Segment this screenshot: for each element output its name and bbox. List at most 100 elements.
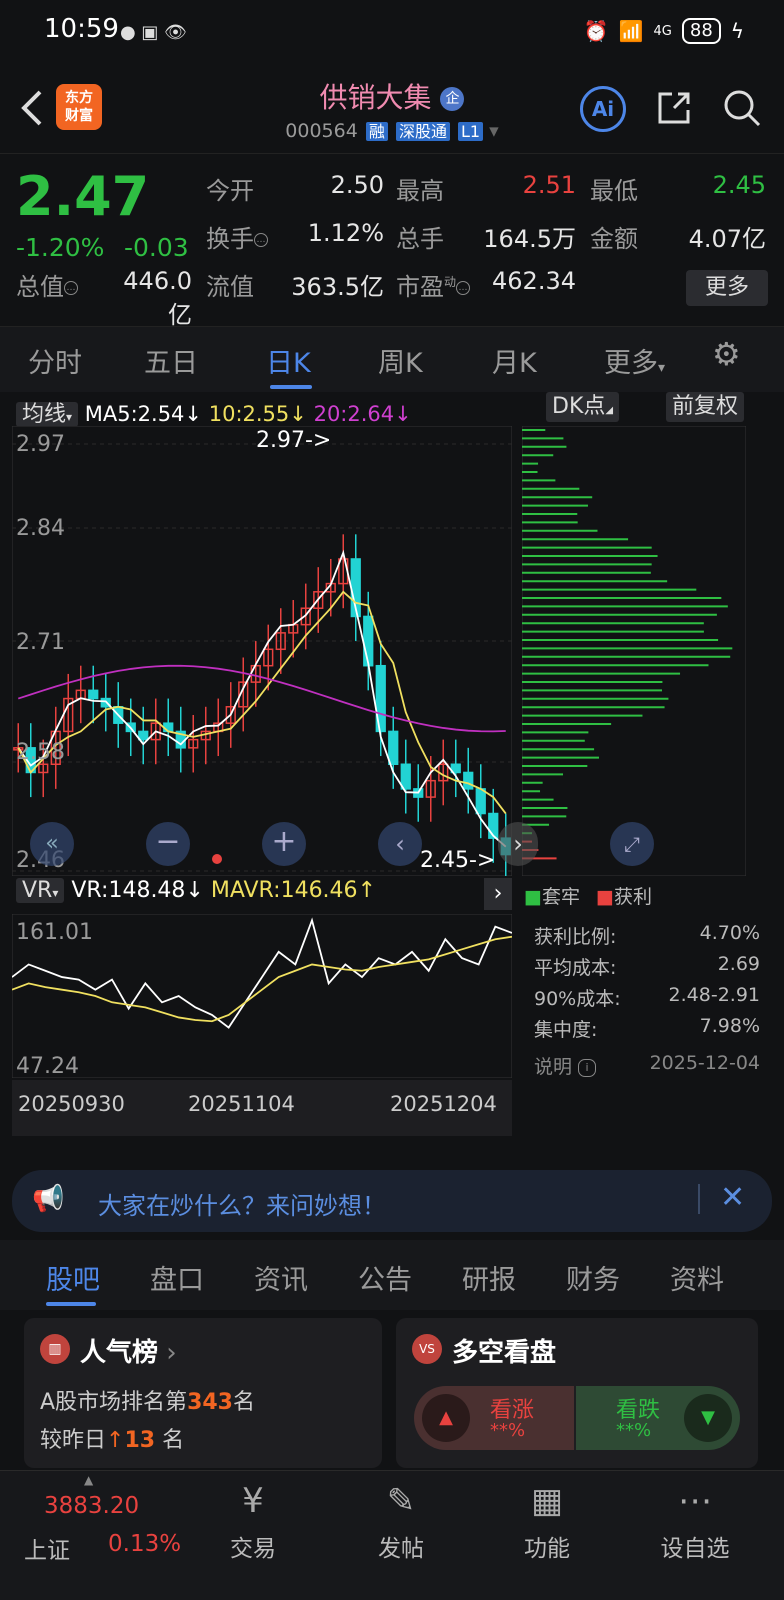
candle-body	[88, 689, 99, 700]
pe-value: 462.34	[492, 267, 576, 295]
popularity-title: 人气榜 ›	[80, 1338, 177, 1368]
candle-body	[475, 788, 486, 815]
ai-button[interactable]: Ai	[580, 86, 626, 132]
chip-row: 获利比例: 4.70%	[534, 922, 760, 948]
ma-selector[interactable]: 均线▾	[16, 402, 79, 427]
zoom-out-icon[interactable]: −	[146, 822, 190, 866]
status-right: ⏰ 📶 4G 88 ϟ	[584, 18, 744, 44]
tab-announcement[interactable]: 公告	[358, 1258, 412, 1297]
active-tab-indicator	[270, 385, 312, 389]
volume-label: 总手	[396, 225, 444, 253]
adjust-button[interactable]: 前复权	[666, 392, 745, 422]
y-tick: 2.97	[16, 432, 65, 457]
network-label: 4G	[653, 23, 672, 39]
wifi-icon: 📶	[618, 19, 644, 43]
bearish-button[interactable]: 看跌 **% ▼	[576, 1386, 740, 1450]
content-tabs: 股吧 盘口 资讯 公告 研报 财务 资料	[0, 1240, 784, 1310]
connect-tag: 深股通	[395, 122, 450, 141]
vr-bar: VR▾ VR:148.48↓ MAVR:146.46↑	[16, 878, 376, 903]
vr-value: VR:148.48	[71, 878, 186, 903]
turnover-label: 换手…	[206, 219, 268, 254]
index-change[interactable]: 0.13%	[108, 1531, 181, 1557]
tab-finance[interactable]: 财务	[566, 1258, 620, 1297]
ma5-value: MA5:2.54	[84, 402, 185, 426]
chip-row: 集中度: 7.98%	[534, 1015, 760, 1041]
caret-up-icon: ▲	[84, 1473, 94, 1487]
edit-icon: ✎	[386, 1481, 416, 1521]
amount-label: 金额	[590, 225, 638, 253]
min-marker: 2.45->	[420, 848, 496, 873]
bullish-button[interactable]: ▲ 看涨 **%	[414, 1386, 574, 1450]
prev-icon[interactable]: ‹	[378, 822, 422, 866]
longshort-title: 多空看盘	[452, 1338, 557, 1368]
share-icon[interactable]	[656, 90, 692, 126]
search-icon[interactable]	[722, 88, 762, 128]
close-icon[interactable]: ✕	[720, 1180, 745, 1215]
tab-intraday[interactable]: 分时	[28, 341, 82, 380]
tab-guba[interactable]: 股吧	[46, 1258, 100, 1297]
margin-tag: 融	[365, 122, 388, 141]
chevron-down-icon[interactable]: ▾	[489, 120, 499, 142]
nav-watchlist[interactable]: ⋯ 设自选	[640, 1479, 750, 1563]
expand-icon[interactable]: ⤢	[610, 822, 654, 866]
vr-next-icon[interactable]: ›	[484, 878, 512, 910]
vr-top-label: 161.01	[16, 920, 93, 945]
change-percent: -1.20%	[16, 233, 105, 262]
nav-post[interactable]: ✎ 发帖	[346, 1479, 456, 1563]
index-name[interactable]: 上证	[24, 1531, 70, 1565]
stock-code: 000564	[285, 120, 358, 142]
longshort-card[interactable]: VS 多空看盘 ▲ 看涨 **% 看跌 **% ▼	[396, 1318, 758, 1468]
nav-functions[interactable]: ▦ 功能	[492, 1479, 602, 1563]
more-button[interactable]: 更多	[686, 270, 768, 306]
low-value: 2.45	[712, 171, 766, 199]
settings-gear-icon[interactable]: ⚙	[712, 335, 741, 373]
charging-icon: ϟ	[730, 19, 744, 43]
mktcap-value: 446.0亿	[123, 267, 192, 329]
level-tag: L1	[458, 122, 484, 141]
nav-trade[interactable]: ¥ 交易	[198, 1479, 308, 1563]
note-button[interactable]: 说明 i	[534, 1052, 597, 1079]
popularity-card[interactable]: ▥ 人气榜 › A股市场排名第343名 较昨日↑13 名	[24, 1318, 382, 1468]
amount-value: 4.07亿	[688, 225, 766, 253]
down-arrow-icon: ▼	[684, 1394, 732, 1442]
zoom-in-icon[interactable]: +	[262, 822, 306, 866]
tab-profile[interactable]: 资料	[670, 1258, 724, 1297]
tab-weekly-k[interactable]: 周K	[378, 341, 423, 380]
tab-research[interactable]: 研报	[462, 1258, 516, 1297]
tab-five-day[interactable]: 五日	[144, 341, 198, 380]
info-icon: …	[254, 233, 268, 247]
divider	[698, 1184, 700, 1214]
page-dot	[212, 854, 222, 864]
dk-point-button[interactable]: DK点◢	[546, 392, 620, 422]
next-icon[interactable]: ›	[498, 822, 538, 866]
grid-icon: ▦	[530, 1481, 564, 1521]
ranking-icon: ▥	[40, 1334, 70, 1364]
candle-body	[163, 722, 174, 733]
tab-daily-k[interactable]: 日K	[266, 341, 311, 380]
alarm-icon: ⏰	[583, 19, 609, 43]
more-dots-icon: ⋯	[678, 1481, 712, 1521]
scroll-left-icon[interactable]: «	[30, 822, 74, 866]
rank-change-text: 较昨日↑13 名	[40, 1428, 185, 1453]
ask-banner[interactable]: 📢 大家在炒什么？来问妙想！ ✕	[12, 1170, 772, 1232]
mktcap-label: 总值…	[16, 267, 78, 302]
tab-news[interactable]: 资讯	[254, 1258, 308, 1297]
tab-pankou[interactable]: 盘口	[150, 1258, 204, 1297]
high-value: 2.51	[522, 171, 576, 199]
battery-icon: 88	[681, 18, 721, 44]
open-value: 2.50	[330, 171, 384, 199]
enterprise-badge: 企	[440, 87, 465, 111]
vr-selector[interactable]: VR▾	[16, 878, 65, 903]
candle-body	[138, 730, 149, 741]
vr-bottom-label: 47.24	[16, 1054, 79, 1079]
notification-icons: ● ▣ 👁	[120, 22, 188, 43]
yen-icon: ¥	[242, 1481, 264, 1521]
tab-monthly-k[interactable]: 月K	[492, 341, 537, 380]
index-value[interactable]: 3883.20	[44, 1493, 139, 1519]
bottom-nav: ▲ 3883.20 上证 0.13% ¥ 交易 ✎ 发帖 ▦ 功能 ⋯ 设自选	[0, 1470, 784, 1600]
tab-more[interactable]: 更多▾	[604, 341, 665, 380]
status-time: 10:59	[44, 14, 119, 44]
active-tab-indicator	[46, 1302, 96, 1306]
candlestick-chart[interactable]	[12, 426, 512, 876]
chip-note-row: 说明 i 2025-12-04	[534, 1052, 760, 1079]
